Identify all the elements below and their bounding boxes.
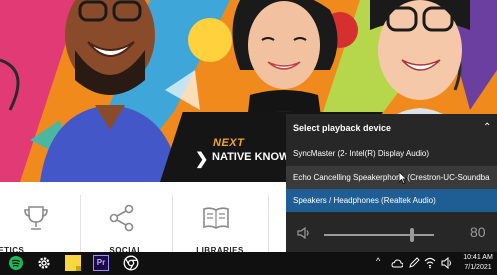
taskbar-clock[interactable]: 10:41 AM 7/1/2021: [459, 253, 497, 273]
volume-fill: [324, 234, 412, 236]
premiere-pro-label: Pr: [96, 258, 106, 267]
taskbar: Pr ^ 10:41 AM 7/1/2021: [0, 252, 497, 275]
spotify-icon[interactable]: [8, 255, 24, 271]
chevron-up-icon[interactable]: ⌃: [483, 122, 491, 133]
device-syncmaster[interactable]: SyncMaster (2- Intel(R) Display Audio): [286, 142, 497, 165]
clock-time: 10:41 AM: [463, 254, 493, 261]
device-speakers-headphones[interactable]: Speakers / Headphones (Realtek Audio): [286, 189, 497, 212]
next-link[interactable]: NATIVE KNOWL: [212, 151, 296, 163]
tile-divider: [268, 195, 269, 252]
playback-device-flyout: Select playback device ⌃ SyncMaster (2- …: [286, 114, 497, 252]
tile-divider: [172, 195, 173, 252]
tray-overflow-chevron-icon[interactable]: ^: [376, 256, 380, 266]
device-label: Speakers / Headphones (Realtek Audio): [293, 196, 436, 205]
pen-icon[interactable]: [408, 257, 420, 269]
onedrive-icon[interactable]: [391, 258, 403, 268]
device-echo-speakerphone[interactable]: Echo Cancelling Speakerphone (Crestron-U…: [286, 166, 497, 189]
volume-slider[interactable]: [324, 228, 434, 242]
wifi-icon[interactable]: [424, 257, 436, 269]
tile-athletics[interactable]: ATHLETICS: [0, 182, 80, 255]
trophy-icon: [24, 206, 48, 230]
device-label: SyncMaster (2- Intel(R) Display Audio): [293, 149, 430, 158]
premiere-pro-icon[interactable]: Pr: [93, 255, 109, 271]
tile-divider: [80, 195, 81, 252]
share-icon: [109, 204, 134, 232]
next-label: NEXT: [213, 137, 245, 149]
tile-libraries[interactable]: LIBRARIES: [180, 182, 260, 255]
device-label: Echo Cancelling Speakerphone (Crestron-U…: [293, 173, 490, 182]
next-chevron-icon[interactable]: ❯: [195, 149, 208, 169]
flyout-header[interactable]: Select playback device ⌃: [286, 114, 497, 142]
sticky-notes-icon[interactable]: [65, 255, 81, 271]
volume-value: 80: [470, 224, 486, 240]
volume-thumb[interactable]: [410, 228, 414, 242]
settings-icon[interactable]: [36, 255, 52, 271]
flyout-title: Select playback device: [293, 123, 392, 133]
tile-social[interactable]: SOCIAL: [86, 182, 166, 255]
speaker-icon[interactable]: [297, 226, 311, 242]
mouse-cursor-icon: [399, 172, 407, 184]
chrome-icon[interactable]: [123, 255, 139, 271]
clock-date: 7/1/2021: [464, 264, 492, 271]
volume-icon[interactable]: [441, 257, 453, 269]
book-icon: [203, 207, 229, 229]
